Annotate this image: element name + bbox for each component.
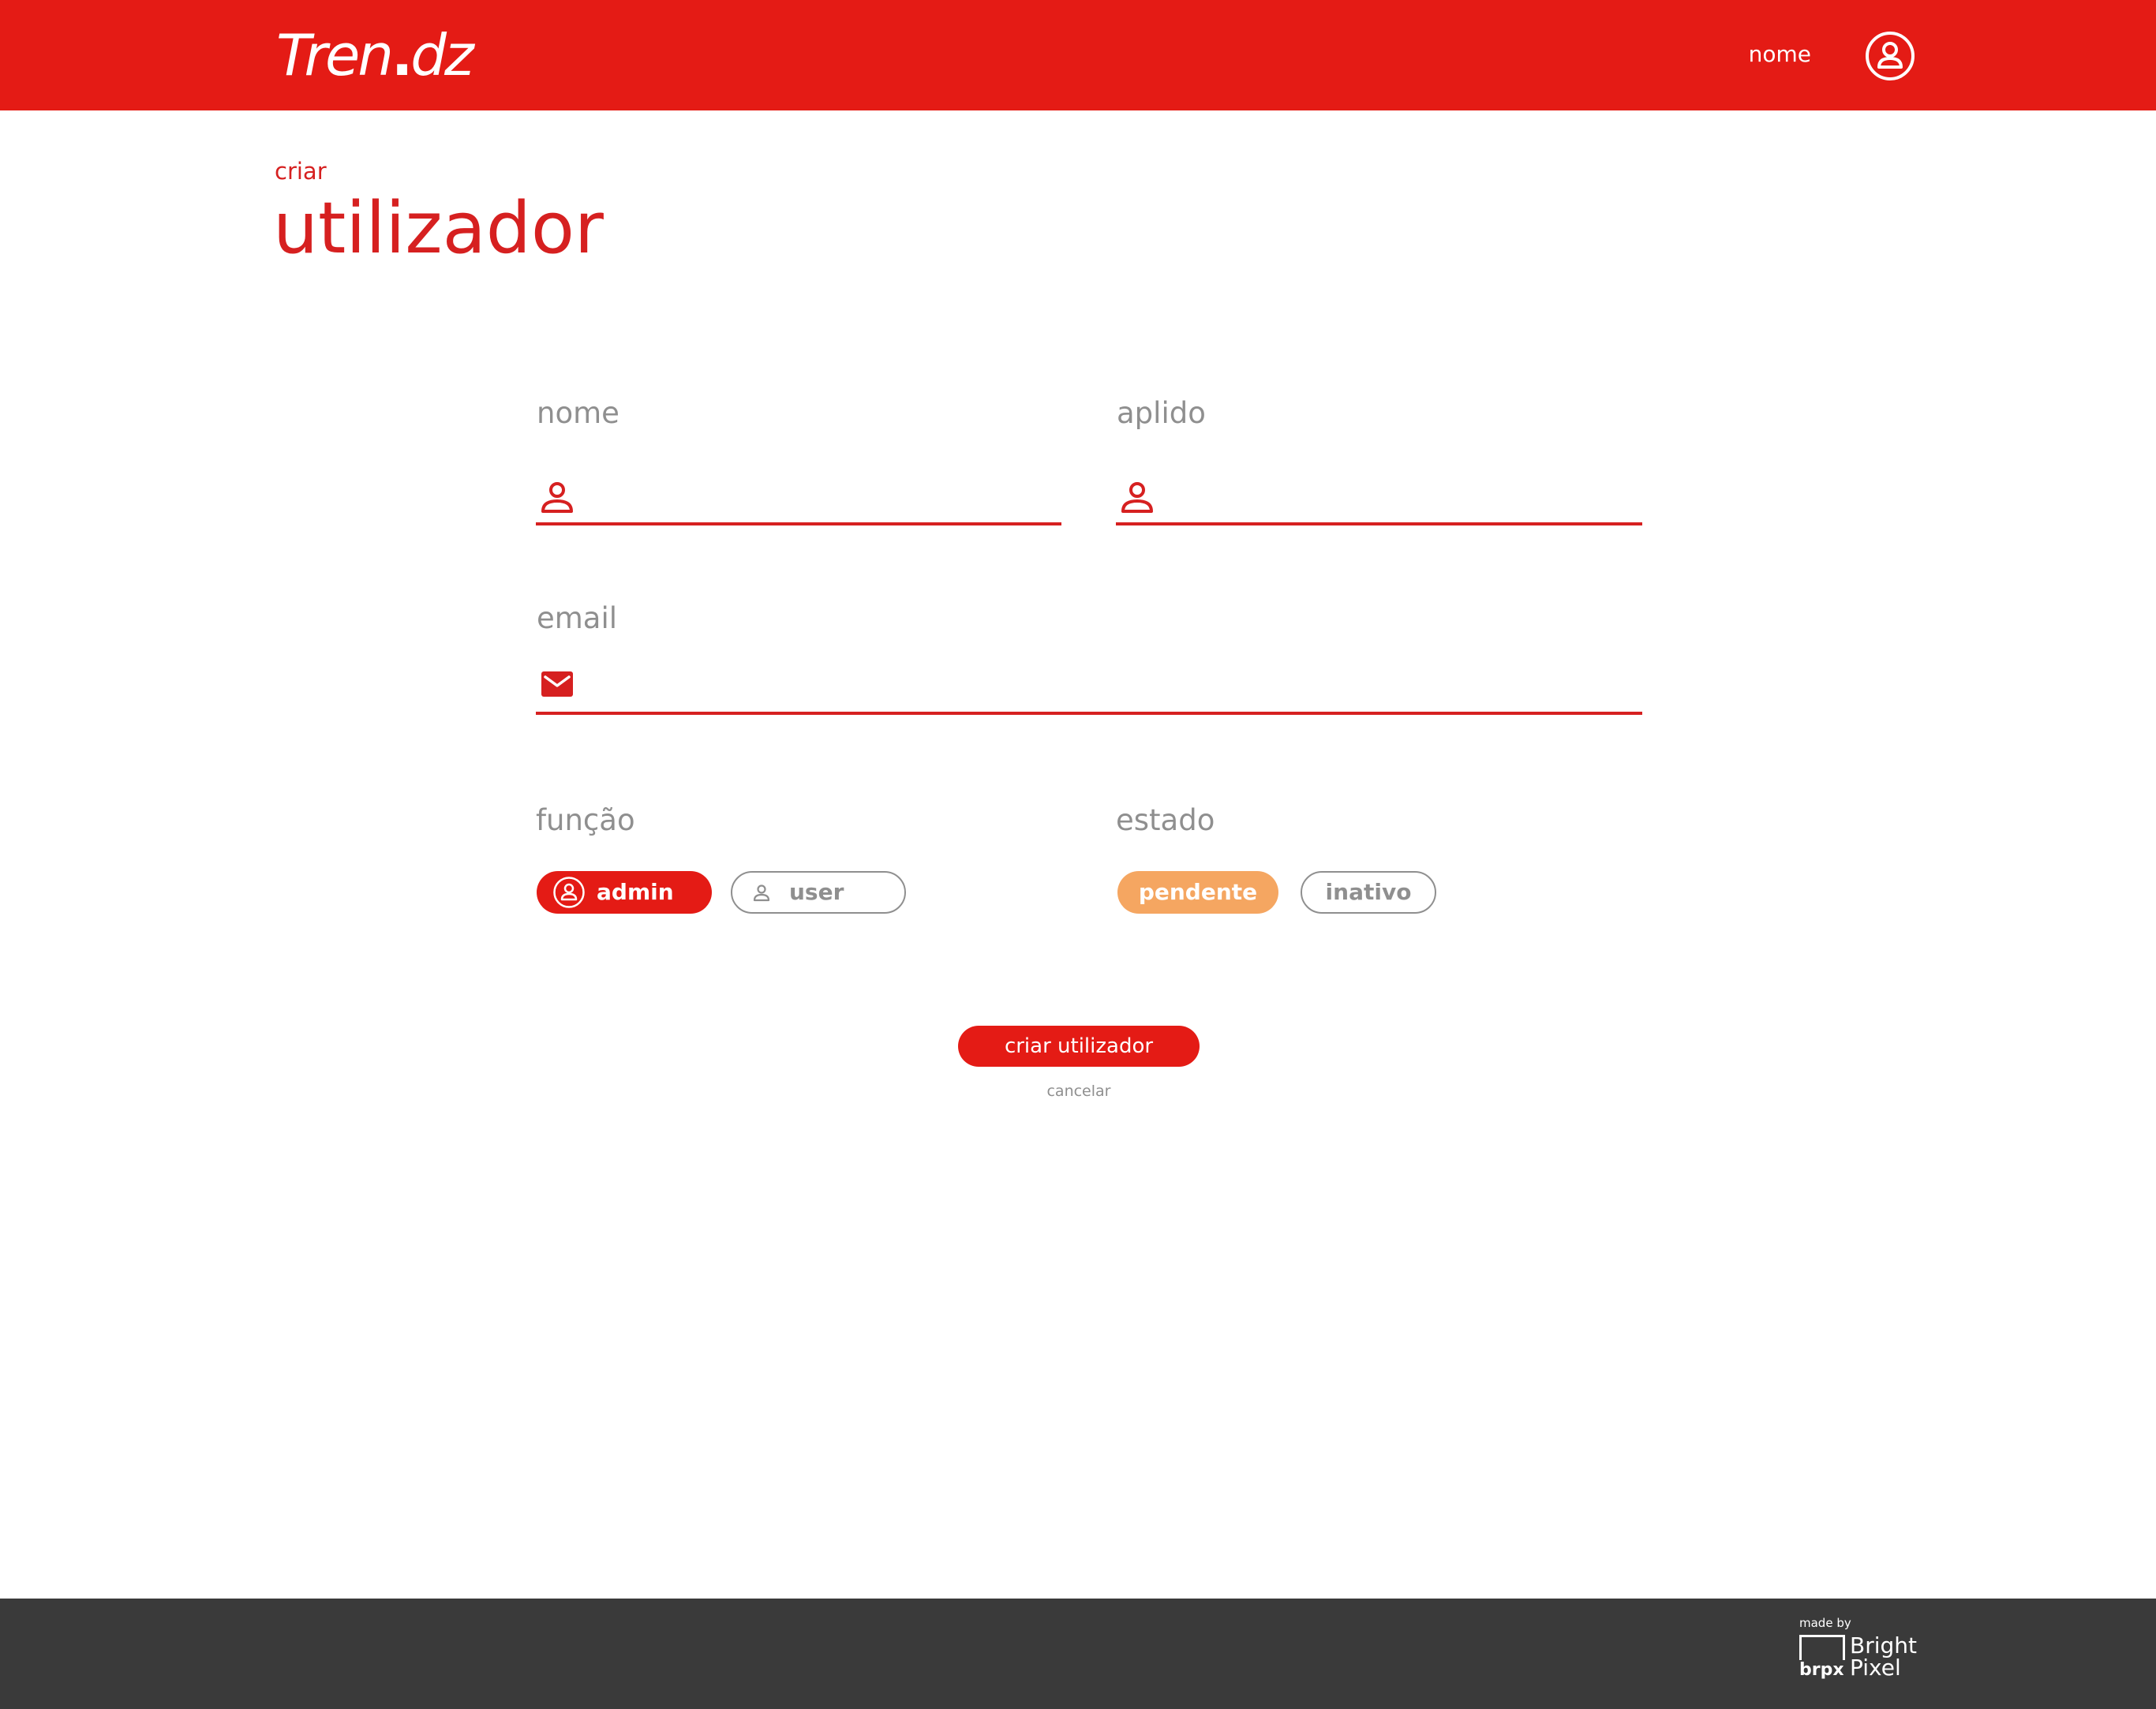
first-name-input[interactable]	[591, 470, 1054, 522]
user-icon	[541, 482, 573, 513]
status-option-inativo[interactable]: inativo	[1301, 871, 1436, 914]
email-input[interactable]	[591, 660, 1634, 712]
email-field[interactable]	[536, 660, 1642, 715]
user-icon	[1121, 482, 1153, 513]
role-option-admin[interactable]: admin	[537, 871, 712, 914]
role-label: função	[536, 803, 635, 837]
logo-text: Tren	[276, 22, 394, 88]
role-option-user[interactable]: user	[731, 871, 906, 914]
user-circle-icon[interactable]	[1865, 31, 1915, 81]
first-name-label: nome	[537, 396, 619, 430]
logo-dot: .	[391, 22, 413, 88]
user-name[interactable]: nome	[1736, 35, 1811, 74]
status-option-pendente[interactable]: pendente	[1117, 871, 1278, 914]
last-name-input[interactable]	[1171, 470, 1634, 522]
top-bar: Tren.dz nome	[0, 0, 2156, 110]
page-subtitle: criar	[275, 158, 327, 185]
user-circle-icon	[553, 877, 585, 908]
first-name-field[interactable]	[536, 470, 1061, 525]
role-option-label: user	[789, 879, 844, 905]
create-user-button[interactable]: criar utilizador	[958, 1026, 1200, 1067]
status-label: estado	[1116, 803, 1215, 837]
made-by-label: made by	[1799, 1616, 1851, 1630]
user-icon	[753, 884, 770, 902]
email-label: email	[537, 601, 618, 635]
last-name-field[interactable]	[1116, 470, 1642, 525]
brand-name-line2: Pixel	[1850, 1655, 1901, 1681]
role-option-label: admin	[597, 879, 674, 905]
page-title: utilizador	[273, 187, 604, 270]
app-logo[interactable]: Tren.dz	[276, 16, 474, 95]
brand-short-name: brpx	[1799, 1660, 1846, 1681]
cancel-link[interactable]: cancelar	[1000, 1083, 1158, 1100]
brand-name[interactable]: Bright Pixel	[1850, 1635, 1929, 1679]
brand-name-line1: Bright	[1850, 1632, 1917, 1659]
envelope-icon	[541, 671, 573, 697]
last-name-label: aplido	[1117, 396, 1206, 430]
logo-suffix: dz	[410, 22, 473, 88]
